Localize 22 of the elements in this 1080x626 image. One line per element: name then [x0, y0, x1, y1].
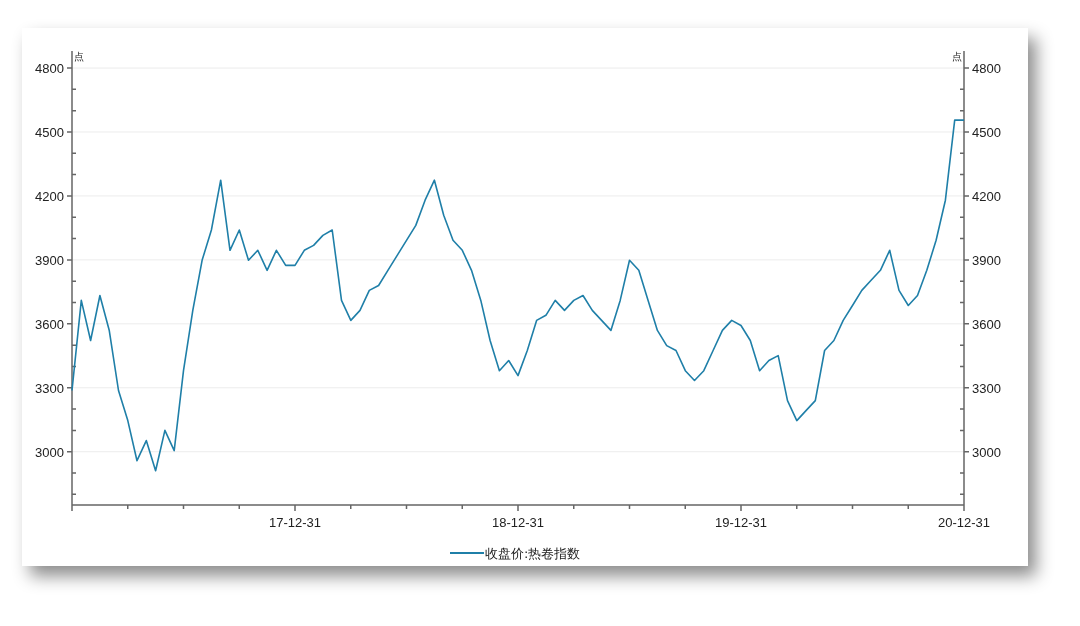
axis-tick-label: 3000 — [35, 444, 64, 460]
axis-tick-label: 3900 — [972, 252, 1001, 268]
legend-line-icon — [449, 552, 485, 554]
axis-tick-label: 3600 — [35, 316, 64, 332]
axis-tick-label: 4800 — [35, 61, 64, 77]
axis-tick-label: 20-12-31 — [938, 515, 990, 530]
axis-unit: 点 — [74, 51, 84, 62]
axis-tick-label: 3000 — [972, 444, 1001, 460]
axis-tick-label: 19-12-31 — [715, 515, 767, 530]
axis-tick-label: 4500 — [972, 125, 1001, 140]
axis-tick-label: 4800 — [972, 61, 1001, 77]
axis-tick-label: 4200 — [972, 188, 1001, 204]
axis-tick-label: 3900 — [35, 252, 64, 268]
axis-tick-label: 4200 — [35, 188, 64, 204]
axis-tick-label: 3300 — [35, 380, 64, 396]
legend-label: 收盘价:热卷指数 — [485, 546, 581, 561]
axis-tick-label: 3300 — [972, 380, 1001, 396]
axis-tick-label: 3600 — [972, 316, 1001, 332]
axis-unit: 点 — [952, 51, 962, 62]
axis-tick-label: 4500 — [35, 125, 64, 140]
axis-tick-label: 18-12-31 — [492, 515, 544, 530]
axis-tick-label: 17-12-31 — [269, 515, 321, 530]
